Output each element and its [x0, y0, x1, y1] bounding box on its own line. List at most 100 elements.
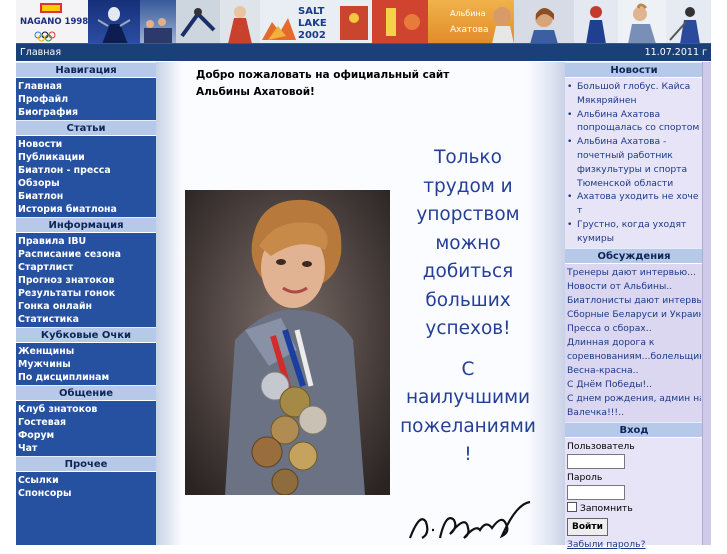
banner-photo-jumper — [176, 0, 220, 43]
sidebar-nav-item[interactable]: Прогноз знатоков — [16, 274, 156, 287]
sidebar-nav-item[interactable]: Мужчины — [16, 358, 156, 371]
banner-photo-red-flag — [372, 0, 428, 43]
login-button[interactable]: Войти — [567, 517, 608, 536]
nagano-logo: NAGANO 1998 — [16, 0, 88, 43]
motto-line: наилучшими — [405, 387, 531, 408]
sidebar-nav-item[interactable]: По дисциплинам — [16, 371, 156, 384]
discussions-list: Тренеры дают интервью... Новости от Альби… — [565, 263, 703, 422]
sidebar-nav-item[interactable]: История биатлона — [16, 203, 156, 216]
discussion-link[interactable]: Пресса о сборах.. — [567, 322, 701, 336]
discussion-link[interactable]: С днем рождения, админ наша — [567, 392, 701, 406]
username-input[interactable] — [567, 453, 625, 469]
top-bar: Главная 11.07.2011 г — [16, 44, 711, 61]
news-item-link[interactable]: Большой глобус. Кайса Мякяряйнен — [565, 80, 701, 108]
banner-photo-skier-2 — [666, 0, 711, 43]
svg-text:Ахатова: Ахатова — [450, 25, 489, 35]
nav-section-header: Статьи — [16, 120, 156, 136]
sidebar-nav-item[interactable]: Спонсоры — [16, 487, 156, 500]
right-sidebar: Новости Большой глобус. Кайса Мякяряйнен… — [565, 62, 711, 550]
sidebar-nav-item[interactable]: Обзоры — [16, 177, 156, 190]
nav-section-items: Клуб знатоков Гостевая Форум Чат — [16, 401, 156, 456]
banner-photo-biathlete — [574, 0, 618, 43]
svg-text:Альбина: Альбина — [450, 9, 486, 18]
discussion-link[interactable]: С Днём Победы!.. — [567, 378, 701, 392]
discussions-header: Обсуждения — [565, 247, 703, 264]
current-date: 11.07.2011 г — [644, 47, 707, 58]
left-navigation: Навигация Главная Профайл Биография Статьи Но… — [16, 62, 156, 545]
right-scrollbar[interactable] — [702, 62, 711, 545]
news-list: Большой глобус. Кайса МякяряйненАльбина … — [565, 78, 703, 248]
motto-line: больших — [425, 289, 511, 311]
svg-text:LAKE: LAKE — [298, 18, 327, 29]
nav-section-items: Ссылки Спонсоры — [16, 472, 156, 501]
sidebar-nav-item[interactable]: Клуб знатоков — [16, 403, 156, 416]
news-item-link[interactable]: Альбина Ахатова - почетный работник физк… — [565, 135, 701, 190]
discussion-link[interactable]: Биатлонисты дают интервью... — [567, 294, 701, 308]
sidebar-nav-item[interactable]: Новости — [16, 138, 156, 151]
sidebar-nav-item[interactable]: Чат — [16, 442, 156, 455]
username-label: Пользователь — [567, 440, 635, 452]
motto-line: С — [461, 358, 475, 380]
sidebar-nav-item[interactable]: Биография — [16, 106, 156, 119]
banner-photo-skier — [88, 0, 140, 43]
nav-section-items: Женщины Мужчины По дисциплинам — [16, 343, 156, 385]
sidebar-nav-item[interactable]: Профайл — [16, 93, 156, 106]
motto-line: пожеланиями — [400, 415, 536, 437]
sidebar-nav-item[interactable]: Биатлон — [16, 190, 156, 203]
nav-section-header: Общение — [16, 385, 156, 401]
sidebar-nav-item[interactable]: Гостевая — [16, 416, 156, 429]
nav-section-items: Правила IBU Расписание сезона Стартлист Про… — [16, 233, 156, 327]
banner-name-plate: Альбина Ахатова — [428, 0, 514, 43]
banner-photo-crowd — [140, 0, 176, 43]
nav-section-items: Главная Профайл Биография — [16, 78, 156, 120]
banner-photo-athlete — [220, 0, 260, 43]
nav-section-header: Информация — [16, 217, 156, 233]
motto-line: упорством — [416, 204, 520, 225]
motto-line: трудом и — [423, 175, 513, 197]
nav-section-header: Прочее — [16, 456, 156, 472]
motto-line: успехов! — [425, 318, 511, 339]
login-form: Пользователь Пароль Запомнить Войти Забы… — [565, 438, 711, 554]
sidebar-nav-item[interactable]: Правила IBU — [16, 235, 156, 248]
sidebar-nav-item[interactable]: Гонка онлайн — [16, 300, 156, 313]
sidebar-nav-item[interactable]: Статистика — [16, 313, 156, 326]
nav-section-header: Навигация — [16, 62, 156, 78]
discussion-link[interactable]: Новости от Альбины.. — [567, 280, 701, 294]
motto-line: можно — [435, 232, 501, 254]
sidebar-nav-item[interactable]: Стартлист — [16, 261, 156, 274]
svg-text:SALT: SALT — [298, 6, 325, 17]
news-item-link[interactable]: Ахатова уходить не хоче т — [565, 190, 701, 218]
password-label: Пароль — [567, 471, 603, 483]
motto-text: Только трудом и упорством можно добиться боль… — [392, 144, 544, 470]
breadcrumb[interactable]: Главная — [20, 44, 61, 61]
sidebar-nav-item[interactable]: Главная — [16, 80, 156, 93]
remember-checkbox[interactable] — [567, 501, 577, 512]
welcome-heading: Добро пожаловать на официальный сайт Аль… — [196, 69, 450, 98]
banner-photo-portrait — [514, 0, 574, 43]
discussion-link[interactable]: соревнованиям...болельщиков!.. — [567, 350, 701, 364]
password-input[interactable] — [567, 484, 625, 500]
svg-text:NAGANO 1998: NAGANO 1998 — [20, 17, 88, 27]
main-content: Добро пожаловать на официальный сайт Аль… — [156, 62, 565, 545]
banner-photo-champion — [618, 0, 666, 43]
discussion-link[interactable]: Валечка!!!.. — [567, 406, 701, 420]
login-header: Вход — [565, 421, 703, 438]
saltlake-logo: SALT LAKE 2002 — [260, 0, 372, 43]
news-item-link[interactable]: Грустно, когда уходят кумиры — [565, 218, 701, 246]
remember-label: Запомнить — [580, 502, 633, 514]
motto-line: добиться — [422, 261, 514, 282]
discussion-link[interactable]: Тренеры дают интервью... — [567, 266, 701, 280]
discussion-link[interactable]: Сборные Беларуси и Украины... — [567, 308, 701, 322]
sidebar-nav-item[interactable]: Расписание сезона — [16, 248, 156, 261]
discussion-link[interactable]: Весна-красна.. — [567, 364, 701, 378]
motto-line: Только — [434, 147, 502, 168]
sidebar-nav-item[interactable]: Биатлон - пресса — [16, 164, 156, 177]
sidebar-nav-item[interactable]: Форум — [16, 429, 156, 442]
signature-image — [406, 494, 536, 545]
news-item-link[interactable]: Альбина Ахатова попрощалась со спортом — [565, 108, 701, 136]
sidebar-nav-item[interactable]: Результаты гонок — [16, 287, 156, 300]
sidebar-nav-item[interactable]: Публикации — [16, 151, 156, 164]
sidebar-nav-item[interactable]: Женщины — [16, 345, 156, 358]
discussion-link[interactable]: Длинная дорога к — [567, 336, 701, 350]
sidebar-nav-item[interactable]: Ссылки — [16, 474, 156, 487]
